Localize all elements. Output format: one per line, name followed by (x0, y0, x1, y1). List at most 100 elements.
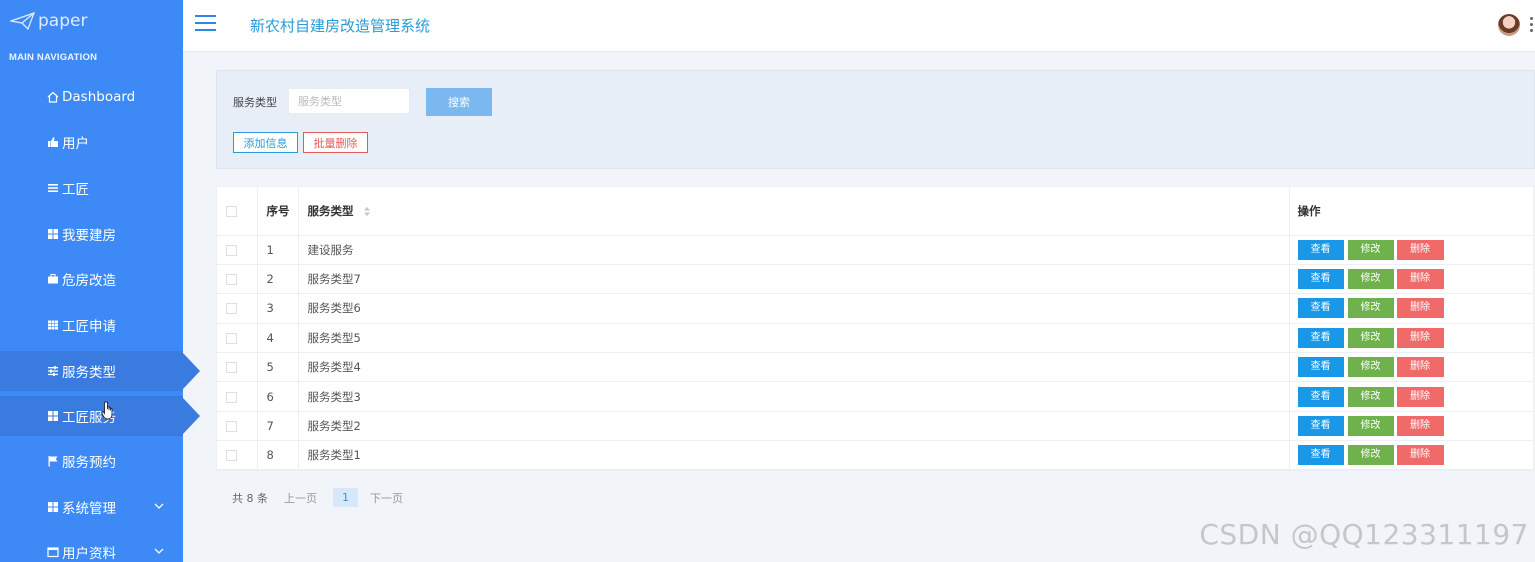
row-type: 服务类型3 (298, 381, 1290, 412)
edit-button[interactable]: 修改 (1347, 416, 1394, 437)
row-checkbox[interactable] (226, 391, 237, 403)
edit-button[interactable]: 修改 (1347, 386, 1394, 407)
edit-button[interactable]: 修改 (1347, 327, 1394, 348)
delete-button[interactable]: 删除 (1396, 386, 1444, 407)
row-no: 8 (257, 440, 299, 471)
row-type: 服务类型5 (298, 323, 1290, 354)
edit-button[interactable]: 修改 (1347, 239, 1394, 260)
row-checkbox[interactable] (226, 421, 237, 433)
row-type: 服务类型6 (298, 293, 1290, 324)
sidebar-item-label: 工匠 (62, 182, 89, 198)
more-options-icon[interactable] (1530, 17, 1533, 32)
data-table: 序号 服务类型 操作 1 建设服务 查看 修改 删除 2 服务类型7 查看 修改 删除 3 服务类型6… (216, 186, 1534, 471)
chevron-down-icon (154, 548, 164, 554)
column-header-type-label: 服务类型 (307, 203, 354, 218)
view-button[interactable]: 查看 (1297, 445, 1344, 466)
edit-button[interactable]: 修改 (1347, 357, 1394, 378)
avatar[interactable] (1498, 14, 1520, 36)
row-no: 5 (257, 352, 299, 383)
row-checkbox[interactable] (226, 303, 237, 315)
row-no: 6 (257, 381, 299, 412)
id-card-icon (47, 546, 59, 558)
sidebar-item-craftsman[interactable]: 工匠 (0, 168, 183, 208)
search-button[interactable]: 搜索 (426, 88, 492, 116)
sidebar-item-label: 我要建房 (62, 228, 116, 244)
search-panel: 服务类型 搜索 添加信息 批量删除 (216, 70, 1535, 169)
sidebar-item-service-type[interactable]: 服务类型 (0, 351, 200, 391)
nav-header: MAIN NAVIGATION (9, 52, 98, 63)
watermark: CSDN @QQ123311197 (1199, 518, 1529, 551)
edit-button[interactable]: 修改 (1347, 298, 1394, 319)
view-button[interactable]: 查看 (1297, 239, 1344, 260)
sidebar-item-label: 服务预约 (62, 455, 116, 471)
row-checkbox[interactable] (226, 450, 237, 462)
delete-button[interactable]: 删除 (1396, 327, 1444, 348)
view-button[interactable]: 查看 (1297, 386, 1344, 407)
edit-button[interactable]: 修改 (1347, 445, 1394, 466)
table-row[interactable]: 8 服务类型1 查看 修改 删除 (217, 440, 1533, 471)
view-button[interactable]: 查看 (1297, 269, 1344, 290)
row-checkbox[interactable] (226, 274, 237, 286)
list-icon (47, 182, 59, 194)
sidebar-item-users[interactable]: 用户 (0, 122, 183, 162)
pagination: 共 8 条 上一页 1 下一页 (232, 488, 419, 507)
sidebar-item-label: 危房改造 (62, 273, 116, 289)
sidebar-item-build-house[interactable]: 我要建房 (0, 214, 183, 254)
table-row[interactable]: 1 建设服务 查看 修改 删除 (217, 235, 1533, 265)
prev-page-button[interactable]: 上一页 (284, 490, 317, 506)
delete-button[interactable]: 删除 (1396, 416, 1444, 437)
paper-plane-icon (10, 11, 36, 31)
column-header-type[interactable]: 服务类型 (298, 187, 1290, 236)
table-row[interactable]: 5 服务类型4 查看 修改 删除 (217, 352, 1533, 383)
table-row[interactable]: 3 服务类型6 查看 修改 删除 (217, 293, 1533, 324)
sidebar-item-craftsman-apply[interactable]: 工匠申请 (0, 305, 183, 345)
row-no: 3 (257, 293, 299, 324)
delete-button[interactable]: 删除 (1396, 298, 1444, 319)
delete-button[interactable]: 删除 (1396, 239, 1444, 260)
logo-text: paper (38, 11, 88, 31)
sort-icon[interactable] (363, 206, 371, 217)
table-row[interactable]: 7 服务类型2 查看 修改 删除 (217, 411, 1533, 442)
delete-button[interactable]: 删除 (1396, 445, 1444, 466)
delete-button[interactable]: 删除 (1396, 269, 1444, 290)
sidebar-item-label: 用户 (62, 136, 89, 152)
delete-button[interactable]: 删除 (1396, 357, 1444, 378)
edit-button[interactable]: 修改 (1347, 269, 1394, 290)
sidebar-item-label: 系统管理 (62, 501, 116, 517)
table-row[interactable]: 2 服务类型7 查看 修改 删除 (217, 264, 1533, 295)
next-page-button[interactable]: 下一页 (370, 490, 403, 506)
row-checkbox[interactable] (226, 244, 237, 256)
table-row[interactable]: 4 服务类型5 查看 修改 删除 (217, 323, 1533, 354)
row-type: 建设服务 (298, 235, 1290, 265)
row-checkbox[interactable] (226, 362, 237, 374)
select-all-checkbox[interactable] (226, 205, 237, 217)
add-info-button[interactable]: 添加信息 (233, 132, 298, 153)
sidebar-item-dangerous-house[interactable]: 危房改造 (0, 259, 183, 299)
menu-toggle-icon[interactable] (195, 15, 216, 31)
table-row[interactable]: 6 服务类型3 查看 修改 删除 (217, 381, 1533, 412)
sidebar-item-service-booking[interactable]: 服务预约 (0, 441, 183, 481)
sliders-icon (47, 365, 59, 377)
view-button[interactable]: 查看 (1297, 327, 1344, 348)
hover-indicator (183, 398, 200, 434)
view-button[interactable]: 查看 (1297, 298, 1344, 319)
row-no: 1 (257, 235, 299, 265)
row-checkbox[interactable] (226, 332, 237, 344)
view-button[interactable]: 查看 (1297, 416, 1344, 437)
page-number-button[interactable]: 1 (333, 488, 358, 507)
sidebar-item-dashboard[interactable]: Dashboard (0, 77, 183, 117)
sidebar-item-user-profile[interactable]: 用户资料 (0, 532, 183, 562)
sidebar-item-label: 工匠申请 (62, 319, 116, 335)
grid-icon (47, 410, 59, 422)
briefcase-icon (47, 273, 59, 285)
search-input[interactable] (288, 88, 410, 114)
row-type: 服务类型1 (298, 440, 1290, 471)
sidebar-item-system-manage[interactable]: 系统管理 (0, 487, 183, 527)
batch-delete-button[interactable]: 批量删除 (303, 132, 368, 153)
view-button[interactable]: 查看 (1297, 357, 1344, 378)
row-no: 4 (257, 323, 299, 354)
sidebar-item-craftsman-service[interactable]: 工匠服务 (0, 396, 200, 436)
column-header-ops: 操作 (1289, 187, 1533, 236)
logo[interactable]: paper (10, 8, 87, 34)
active-indicator (183, 353, 200, 389)
